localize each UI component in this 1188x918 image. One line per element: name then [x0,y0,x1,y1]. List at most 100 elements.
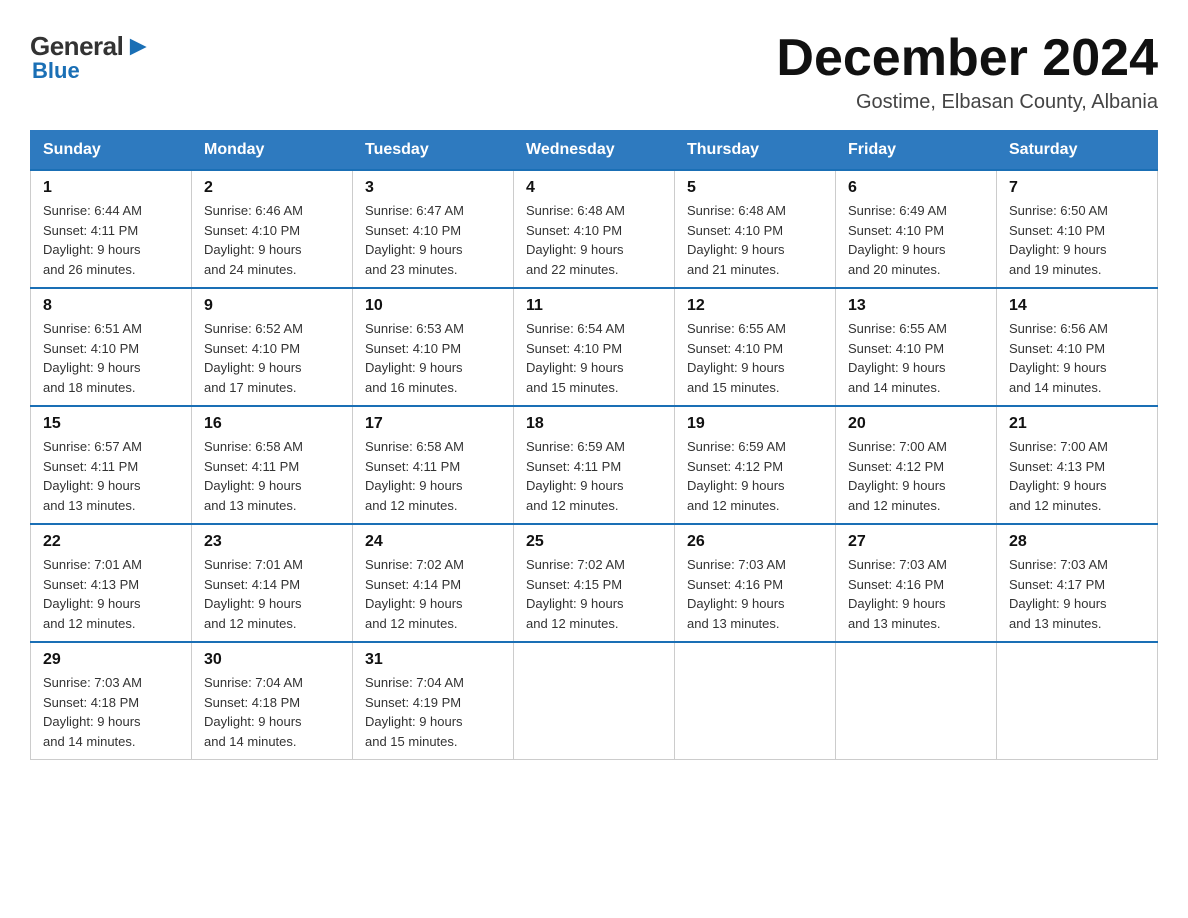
day-number: 8 [43,297,179,315]
day-info: Sunrise: 6:59 AMSunset: 4:11 PMDaylight:… [526,437,662,515]
day-info: Sunrise: 7:00 AMSunset: 4:13 PMDaylight:… [1009,437,1145,515]
day-info: Sunrise: 6:48 AMSunset: 4:10 PMDaylight:… [526,201,662,279]
calendar-week-row: 1Sunrise: 6:44 AMSunset: 4:11 PMDaylight… [31,170,1158,288]
calendar-cell: 5Sunrise: 6:48 AMSunset: 4:10 PMDaylight… [675,170,836,288]
calendar-cell: 19Sunrise: 6:59 AMSunset: 4:12 PMDayligh… [675,406,836,524]
day-number: 13 [848,297,984,315]
day-info: Sunrise: 6:46 AMSunset: 4:10 PMDaylight:… [204,201,340,279]
main-title: December 2024 [776,30,1158,87]
day-number: 18 [526,415,662,433]
day-info: Sunrise: 7:03 AMSunset: 4:17 PMDaylight:… [1009,555,1145,633]
day-info: Sunrise: 6:56 AMSunset: 4:10 PMDaylight:… [1009,319,1145,397]
calendar-cell: 17 Sunrise: 6:58 AMSunset: 4:11 PMDayligh… [353,406,514,524]
day-number: 2 [204,179,340,197]
day-number: 10 [365,297,501,315]
day-info: Sunrise: 6:52 AMSunset: 4:10 PMDaylight:… [204,319,340,397]
calendar-cell: 14 Sunrise: 6:56 AMSunset: 4:10 PMDayligh… [997,288,1158,406]
calendar-cell [514,642,675,760]
day-info: Sunrise: 7:01 AMSunset: 4:13 PMDaylight:… [43,555,179,633]
calendar-cell: 4 Sunrise: 6:48 AMSunset: 4:10 PMDaylight… [514,170,675,288]
calendar-header-wednesday: Wednesday [514,131,675,171]
calendar-cell: 16 Sunrise: 6:58 AMSunset: 4:11 PMDayligh… [192,406,353,524]
day-info: Sunrise: 7:03 AMSunset: 4:16 PMDaylight:… [848,555,984,633]
day-info: Sunrise: 7:04 AMSunset: 4:19 PMDaylight:… [365,673,501,751]
calendar-week-row: 29 Sunrise: 7:03 AMSunset: 4:18 PMDayligh… [31,642,1158,760]
day-info: Sunrise: 7:00 AMSunset: 4:12 PMDaylight:… [848,437,984,515]
day-info: Sunrise: 7:02 AMSunset: 4:15 PMDaylight:… [526,555,662,633]
day-info: Sunrise: 6:55 AMSunset: 4:10 PMDaylight:… [848,319,984,397]
calendar-table: SundayMondayTuesdayWednesdayThursdayFrid… [30,130,1158,760]
calendar-header-saturday: Saturday [997,131,1158,171]
logo-blue-text: Blue [32,58,80,84]
calendar-cell: 9 Sunrise: 6:52 AMSunset: 4:10 PMDaylight… [192,288,353,406]
calendar-cell: 20Sunrise: 7:00 AMSunset: 4:12 PMDayligh… [836,406,997,524]
calendar-cell: 12 Sunrise: 6:55 AMSunset: 4:10 PMDayligh… [675,288,836,406]
calendar-cell: 2 Sunrise: 6:46 AMSunset: 4:10 PMDaylight… [192,170,353,288]
subtitle: Gostime, Elbasan County, Albania [776,91,1158,114]
day-number: 28 [1009,533,1145,551]
calendar-cell: 6 Sunrise: 6:49 AMSunset: 4:10 PMDaylight… [836,170,997,288]
day-number: 29 [43,651,179,669]
day-number: 15 [43,415,179,433]
day-info: Sunrise: 7:01 AMSunset: 4:14 PMDaylight:… [204,555,340,633]
day-info: Sunrise: 6:57 AMSunset: 4:11 PMDaylight:… [43,437,179,515]
calendar-cell: 31 Sunrise: 7:04 AMSunset: 4:19 PMDayligh… [353,642,514,760]
day-number: 17 [365,415,501,433]
day-number: 24 [365,533,501,551]
day-number: 14 [1009,297,1145,315]
day-info: Sunrise: 6:49 AMSunset: 4:10 PMDaylight:… [848,201,984,279]
day-info: Sunrise: 6:54 AMSunset: 4:10 PMDaylight:… [526,319,662,397]
day-info: Sunrise: 7:03 AMSunset: 4:18 PMDaylight:… [43,673,179,751]
day-info: Sunrise: 6:59 AMSunset: 4:12 PMDaylight:… [687,437,823,515]
calendar-header-thursday: Thursday [675,131,836,171]
title-area: December 2024 Gostime, Elbasan County, A… [776,30,1158,114]
day-number: 9 [204,297,340,315]
calendar-week-row: 22Sunrise: 7:01 AMSunset: 4:13 PMDayligh… [31,524,1158,642]
calendar-cell: 8 Sunrise: 6:51 AMSunset: 4:10 PMDaylight… [31,288,192,406]
calendar-cell [997,642,1158,760]
day-number: 27 [848,533,984,551]
calendar-cell: 28 Sunrise: 7:03 AMSunset: 4:17 PMDayligh… [997,524,1158,642]
calendar-cell: 25Sunrise: 7:02 AMSunset: 4:15 PMDayligh… [514,524,675,642]
day-info: Sunrise: 6:50 AMSunset: 4:10 PMDaylight:… [1009,201,1145,279]
calendar-cell: 29 Sunrise: 7:03 AMSunset: 4:18 PMDayligh… [31,642,192,760]
day-number: 26 [687,533,823,551]
day-info: Sunrise: 6:58 AMSunset: 4:11 PMDaylight:… [204,437,340,515]
calendar-cell: 21 Sunrise: 7:00 AMSunset: 4:13 PMDayligh… [997,406,1158,524]
day-number: 3 [365,179,501,197]
day-info: Sunrise: 6:55 AMSunset: 4:10 PMDaylight:… [687,319,823,397]
day-number: 11 [526,297,662,315]
day-number: 16 [204,415,340,433]
day-number: 21 [1009,415,1145,433]
day-number: 1 [43,179,179,197]
day-info: Sunrise: 6:51 AMSunset: 4:10 PMDaylight:… [43,319,179,397]
day-number: 23 [204,533,340,551]
day-number: 4 [526,179,662,197]
calendar-cell: 26 Sunrise: 7:03 AMSunset: 4:16 PMDayligh… [675,524,836,642]
calendar-cell: 3 Sunrise: 6:47 AMSunset: 4:10 PMDaylight… [353,170,514,288]
day-number: 7 [1009,179,1145,197]
day-number: 31 [365,651,501,669]
logo-arrow-icon: ► [124,30,151,62]
calendar-header-tuesday: Tuesday [353,131,514,171]
calendar-header-monday: Monday [192,131,353,171]
day-info: Sunrise: 6:58 AMSunset: 4:11 PMDaylight:… [365,437,501,515]
day-info: Sunrise: 6:47 AMSunset: 4:10 PMDaylight:… [365,201,501,279]
day-info: Sunrise: 7:03 AMSunset: 4:16 PMDaylight:… [687,555,823,633]
day-number: 6 [848,179,984,197]
day-info: Sunrise: 6:48 AMSunset: 4:10 PMDaylight:… [687,201,823,279]
calendar-week-row: 8 Sunrise: 6:51 AMSunset: 4:10 PMDaylight… [31,288,1158,406]
page-header: General ► Blue December 2024 Gostime, El… [20,20,1168,114]
logo: General ► Blue [30,30,153,84]
day-info: Sunrise: 6:53 AMSunset: 4:10 PMDaylight:… [365,319,501,397]
calendar-cell: 15 Sunrise: 6:57 AMSunset: 4:11 PMDayligh… [31,406,192,524]
day-number: 30 [204,651,340,669]
calendar-cell: 11 Sunrise: 6:54 AMSunset: 4:10 PMDayligh… [514,288,675,406]
day-info: Sunrise: 7:04 AMSunset: 4:18 PMDaylight:… [204,673,340,751]
calendar-header-sunday: Sunday [31,131,192,171]
day-info: Sunrise: 7:02 AMSunset: 4:14 PMDaylight:… [365,555,501,633]
day-number: 12 [687,297,823,315]
calendar-cell: 10 Sunrise: 6:53 AMSunset: 4:10 PMDayligh… [353,288,514,406]
calendar-cell: 7 Sunrise: 6:50 AMSunset: 4:10 PMDaylight… [997,170,1158,288]
calendar-cell: 30 Sunrise: 7:04 AMSunset: 4:18 PMDayligh… [192,642,353,760]
